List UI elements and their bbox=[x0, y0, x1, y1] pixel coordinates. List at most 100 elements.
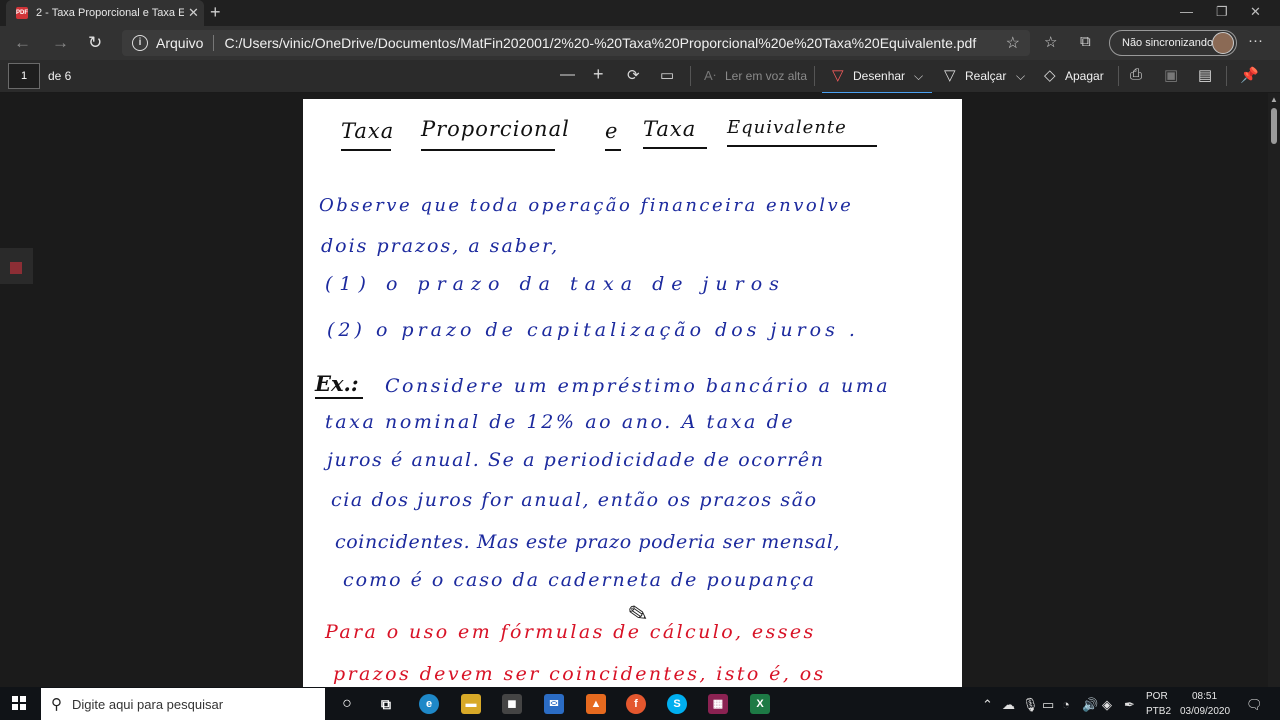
clock-time[interactable]: 08:51 bbox=[1192, 691, 1217, 702]
save-icon: ▣ bbox=[1164, 67, 1179, 84]
pdf-toolbar: 1 de 6 — + ⟳ ▭ Aᐧ Ler em voz alta ▽ Dese… bbox=[0, 60, 1280, 94]
handwritten-line-red: prazos devem ser coincidentes, isto é, o… bbox=[333, 663, 826, 685]
favorites-icon[interactable]: ☆ bbox=[1044, 33, 1057, 51]
address-separator bbox=[213, 35, 215, 51]
title-word: e bbox=[605, 119, 619, 143]
read-aloud-button: Ler em voz alta bbox=[725, 69, 808, 83]
handwritten-line-red: Para o uso em fórmulas de cálculo, esses bbox=[325, 621, 816, 643]
title-underline bbox=[727, 145, 877, 147]
title-underline bbox=[643, 147, 707, 149]
edge-icon[interactable]: e bbox=[419, 694, 439, 714]
winrar-icon[interactable]: ▦ bbox=[708, 694, 728, 714]
eraser-icon[interactable]: ◇ bbox=[1044, 66, 1056, 84]
network-icon[interactable]: ◔ bbox=[1062, 697, 1070, 712]
excel-icon[interactable]: X bbox=[750, 694, 770, 714]
highlight-chevron-down-icon[interactable]: ⌵ bbox=[1016, 69, 1025, 84]
onedrive-icon[interactable]: ☁ bbox=[1002, 697, 1015, 713]
title-word: Taxa bbox=[341, 119, 395, 143]
language-indicator[interactable]: POR bbox=[1146, 691, 1168, 702]
favorite-star-icon[interactable]: ☆ bbox=[1006, 33, 1020, 53]
forward-icon[interactable]: → bbox=[52, 33, 69, 53]
clock-date[interactable]: 03/09/2020 bbox=[1180, 706, 1230, 717]
title-underline bbox=[341, 149, 391, 151]
fit-page-icon[interactable]: ▭ bbox=[660, 66, 674, 84]
save-as-icon[interactable]: ▤ bbox=[1198, 66, 1212, 84]
close-window-icon[interactable]: ✕ bbox=[1250, 4, 1261, 20]
collections-icon[interactable]: ⧉ bbox=[1080, 33, 1091, 50]
mail-icon[interactable]: ✉ bbox=[544, 694, 564, 714]
sync-label: Não sincronizando bbox=[1122, 37, 1214, 49]
back-icon[interactable]: ← bbox=[14, 33, 31, 53]
avatar bbox=[1212, 32, 1234, 54]
notifications-icon[interactable]: 🗨 bbox=[1246, 697, 1263, 713]
keyboard-layout[interactable]: PTB2 bbox=[1146, 706, 1171, 717]
info-icon[interactable]: i bbox=[132, 35, 148, 51]
browser-tab[interactable]: PDF 2 - Taxa Proporcional e Taxa Equi ✕ bbox=[6, 0, 204, 26]
highlight-icon[interactable]: ▽ bbox=[944, 66, 956, 84]
bookmark-marker[interactable] bbox=[10, 262, 22, 274]
dropbox-icon[interactable]: ◈ bbox=[1102, 697, 1112, 713]
windows-start-icon[interactable] bbox=[12, 696, 26, 710]
print-icon[interactable]: ⎙ bbox=[1130, 66, 1142, 83]
title-underline bbox=[421, 149, 555, 151]
handwritten-line: Considere um empréstimo bancário a uma bbox=[385, 375, 891, 397]
toolbar-divider bbox=[1118, 66, 1119, 86]
sync-profile-button[interactable]: Não sincronizando bbox=[1109, 30, 1237, 56]
title-bar: PDF 2 - Taxa Proporcional e Taxa Equi ✕ … bbox=[0, 0, 1280, 26]
task-view-icon[interactable]: ⧉ bbox=[376, 694, 396, 714]
title-word: Equivalente bbox=[727, 117, 847, 138]
draw-pen-icon[interactable]: ▽ bbox=[832, 66, 844, 84]
more-menu-icon[interactable]: ··· bbox=[1248, 32, 1263, 49]
volume-icon[interactable]: 🔊 bbox=[1082, 697, 1098, 713]
search-placeholder: Digite aqui para pesquisar bbox=[72, 696, 224, 712]
store-icon[interactable]: ◼ bbox=[502, 694, 522, 714]
toolbar-divider bbox=[1226, 66, 1227, 86]
minimize-icon[interactable]: — bbox=[1180, 4, 1193, 19]
draw-chevron-down-icon[interactable]: ⌵ bbox=[914, 69, 923, 84]
maximize-icon[interactable]: ❐ bbox=[1216, 4, 1228, 20]
example-underline bbox=[315, 397, 363, 399]
title-word: Proporcional bbox=[421, 117, 570, 141]
draw-button[interactable]: Desenhar bbox=[853, 69, 905, 83]
scrollbar[interactable] bbox=[1268, 93, 1280, 687]
microphone-icon[interactable]: 🎙 bbox=[1022, 697, 1039, 713]
tab-title: 2 - Taxa Proporcional e Taxa Equi bbox=[36, 7, 184, 19]
handwritten-line: taxa nominal de 12% ao ano. A taxa de bbox=[325, 411, 796, 433]
pdf-page: Taxa Proporcional e Taxa Equivalente Obs… bbox=[303, 99, 962, 687]
page-number-input[interactable]: 1 bbox=[8, 63, 40, 89]
show-hidden-icons-icon[interactable]: ⌃ bbox=[982, 697, 993, 713]
new-tab-icon[interactable]: + bbox=[210, 2, 221, 23]
close-tab-icon[interactable]: ✕ bbox=[188, 5, 199, 21]
title-underline bbox=[605, 149, 621, 151]
pin-toolbar-icon[interactable]: 📌 bbox=[1240, 66, 1259, 84]
rotate-icon[interactable]: ⟳ bbox=[627, 66, 640, 84]
handwritten-line: coincidentes. Mas este prazo poderia ser… bbox=[335, 531, 841, 553]
pen-workspace-icon[interactable]: ✒ bbox=[1124, 697, 1135, 713]
file-explorer-icon[interactable]: ▬ bbox=[461, 694, 481, 714]
refresh-icon[interactable]: ↻ bbox=[88, 33, 102, 53]
firefox-icon[interactable]: f bbox=[626, 694, 646, 714]
matlab-icon[interactable]: ▲ bbox=[586, 694, 606, 714]
cortana-icon[interactable]: ○ bbox=[337, 694, 357, 714]
handwritten-line: juros é anual. Se a periodicidade de oco… bbox=[327, 449, 825, 471]
handwritten-line: dois prazos, a saber, bbox=[321, 235, 560, 257]
taskbar-search[interactable]: ⚲ Digite aqui para pesquisar bbox=[41, 688, 325, 720]
handwritten-line: (2) o prazo de capitalização dos juros . bbox=[327, 319, 859, 341]
zoom-out-icon[interactable]: — bbox=[560, 66, 575, 83]
search-icon: ⚲ bbox=[51, 696, 62, 713]
toolbar-divider bbox=[814, 66, 815, 86]
battery-icon[interactable]: ▭ bbox=[1042, 697, 1054, 713]
address-scheme: Arquivo bbox=[156, 35, 204, 51]
address-bar[interactable]: i Arquivo C:/Users/vinic/OneDrive/Docume… bbox=[122, 30, 1030, 56]
zoom-in-icon[interactable]: + bbox=[593, 64, 604, 85]
toolbar-divider bbox=[690, 66, 691, 86]
handwritten-line: Observe que toda operação financeira env… bbox=[319, 195, 854, 216]
read-aloud-icon: Aᐧ bbox=[704, 68, 716, 83]
address-url[interactable]: C:/Users/vinic/OneDrive/Documentos/MatFi… bbox=[224, 35, 976, 51]
scroll-up-icon[interactable]: ▲ bbox=[1270, 95, 1278, 104]
scrollbar-thumb[interactable] bbox=[1271, 108, 1277, 144]
skype-icon[interactable]: S bbox=[667, 694, 687, 714]
highlight-button[interactable]: Realçar bbox=[965, 69, 1006, 83]
erase-button[interactable]: Apagar bbox=[1065, 69, 1104, 83]
handwritten-line: como é o caso da caderneta de poupança bbox=[343, 569, 816, 591]
